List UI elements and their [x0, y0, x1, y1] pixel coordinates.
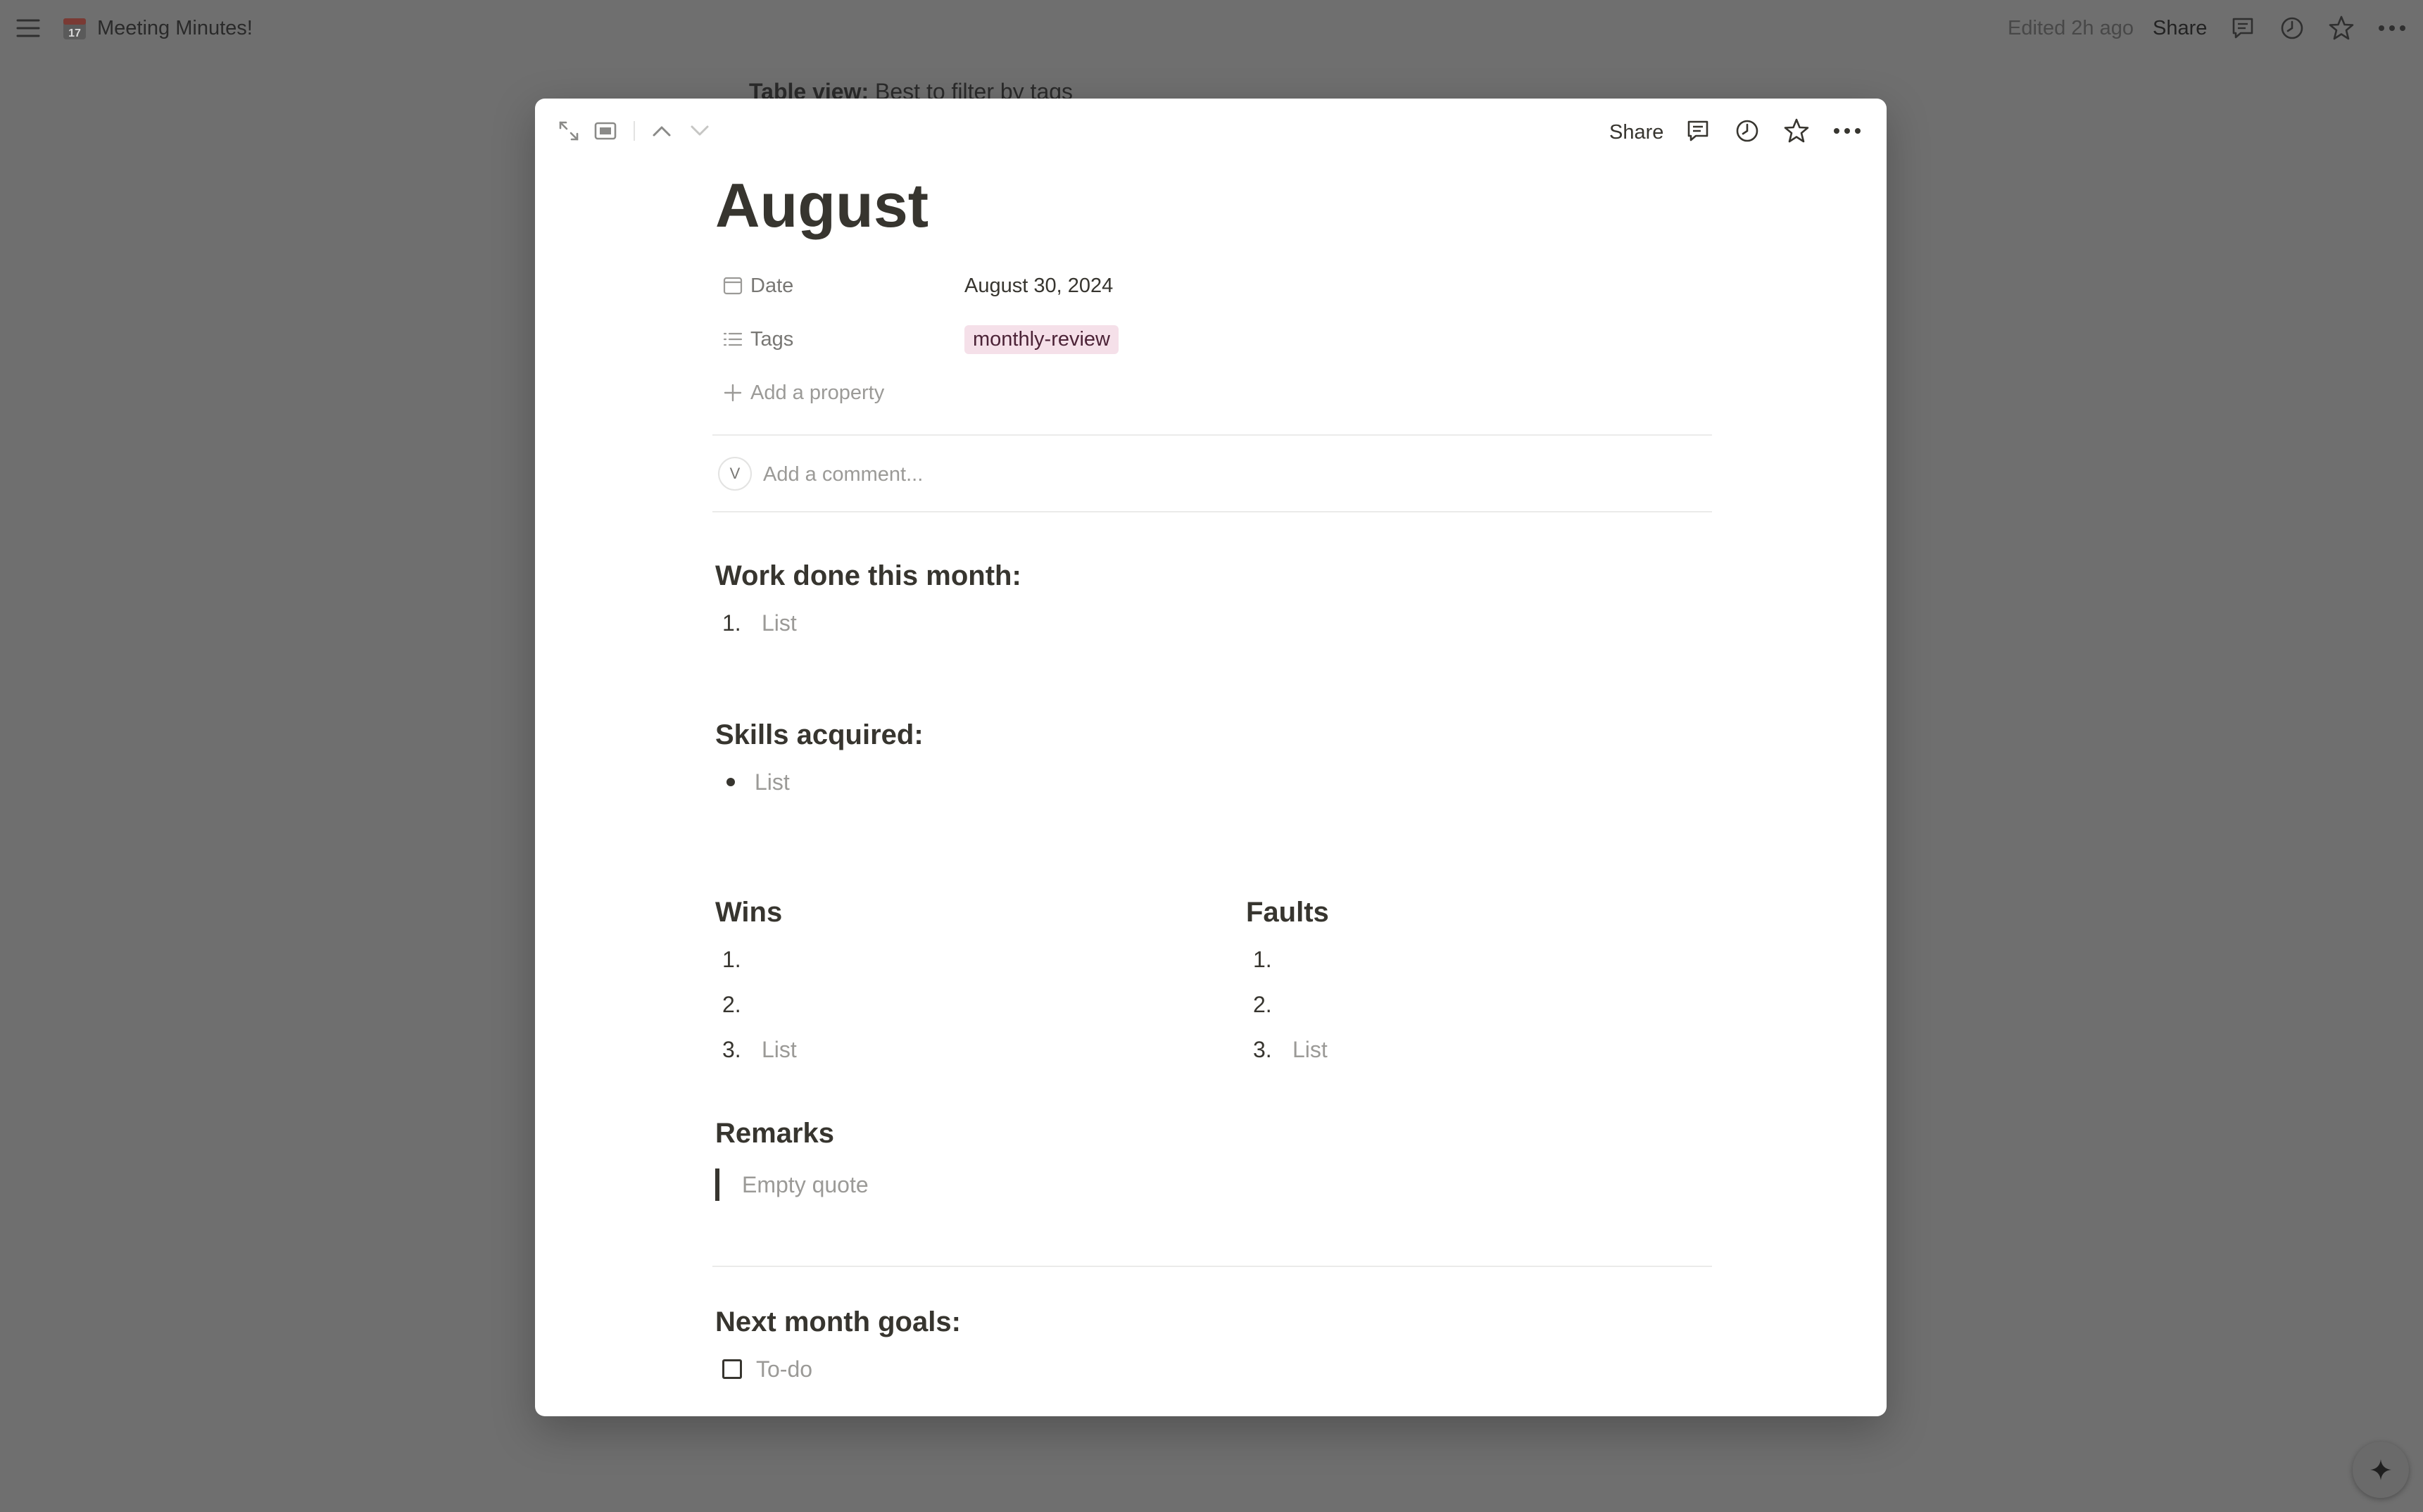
date-value[interactable]: August 30, 2024: [964, 275, 1113, 298]
add-property-label: Add a property: [750, 381, 885, 404]
page-peek-modal: Share August Date August 30, 2024 Tags m…: [535, 99, 1887, 1416]
svg-text:17: 17: [68, 27, 81, 39]
list-number: 2.: [722, 991, 741, 1017]
checkbox[interactable]: [722, 1359, 742, 1379]
list-number: 3.: [722, 1036, 741, 1062]
avatar: V: [718, 457, 752, 491]
edited-status: Edited 2h ago: [2008, 16, 2134, 39]
list-item[interactable]: List: [715, 764, 790, 800]
comments-icon[interactable]: [1684, 117, 1712, 145]
star-icon[interactable]: [2327, 14, 2355, 42]
list-icon: [722, 329, 750, 350]
more-icon[interactable]: [1832, 117, 1863, 145]
quote-block[interactable]: Empty quote: [742, 1168, 869, 1201]
comments-icon[interactable]: [2229, 14, 2257, 42]
list-item[interactable]: 2.: [715, 987, 762, 1022]
chevron-down-icon[interactable]: [686, 117, 714, 145]
list-number: 1.: [722, 610, 741, 636]
page-title-breadcrumb[interactable]: Meeting Minutes!: [97, 17, 253, 40]
list-item[interactable]: 1. List: [715, 605, 797, 641]
list-item[interactable]: 1.: [1246, 942, 1292, 977]
list-number: 1.: [722, 946, 741, 972]
todo-text: To-do: [756, 1356, 813, 1382]
list-number: 1.: [1253, 946, 1272, 972]
heading-wins[interactable]: Wins: [715, 897, 782, 928]
list-number: 3.: [1253, 1036, 1272, 1062]
add-property-button[interactable]: Add a property: [722, 375, 884, 410]
property-label: Date: [722, 275, 964, 298]
property-label: Tags: [722, 328, 964, 351]
property-row-tags[interactable]: Tags monthly-review: [722, 322, 1119, 357]
menu-icon[interactable]: [15, 15, 41, 41]
heading-work-done[interactable]: Work done this month:: [715, 560, 1021, 592]
heading-next-month-goals[interactable]: Next month goals:: [715, 1306, 961, 1338]
sparkle-icon: [2368, 1457, 2393, 1482]
list-text: List: [762, 1036, 797, 1062]
plus-icon: [722, 382, 743, 403]
divider: [712, 434, 1712, 436]
list-text: List: [1292, 1036, 1328, 1062]
heading-skills[interactable]: Skills acquired:: [715, 719, 924, 751]
history-icon[interactable]: [1733, 117, 1761, 145]
list-number: 2.: [1253, 991, 1272, 1017]
todo-item[interactable]: To-do: [715, 1352, 812, 1387]
modal-share-button[interactable]: Share: [1609, 118, 1663, 146]
breadcrumb[interactable]: 17 Meeting Minutes!: [62, 14, 253, 42]
list-item[interactable]: 2.: [1246, 987, 1292, 1022]
list-item[interactable]: 3. List: [1246, 1032, 1328, 1067]
property-label-tags: Tags: [750, 327, 794, 351]
divider: [712, 511, 1712, 512]
heading-faults[interactable]: Faults: [1246, 897, 1329, 928]
toolbar-divider: [634, 121, 635, 141]
divider: [712, 1266, 1712, 1267]
quote-bar: [715, 1168, 719, 1201]
list-item[interactable]: 1.: [715, 942, 762, 977]
more-icon[interactable]: [2377, 14, 2408, 42]
list-text: List: [755, 769, 790, 795]
calendar-icon: 17: [62, 15, 87, 41]
top-bar: 17 Meeting Minutes! Edited 2h ago Share: [0, 0, 2423, 56]
share-button[interactable]: Share: [2153, 14, 2207, 42]
tag-chip[interactable]: monthly-review: [964, 325, 1119, 354]
star-icon[interactable]: [1782, 117, 1811, 145]
heading-remarks[interactable]: Remarks: [715, 1118, 834, 1149]
history-icon[interactable]: [2278, 14, 2306, 42]
comment-input[interactable]: Add a comment...: [763, 460, 923, 489]
chevron-up-icon[interactable]: [648, 117, 676, 145]
property-row-date[interactable]: Date August 30, 2024: [722, 268, 1113, 303]
peek-mode-icon[interactable]: [591, 117, 619, 145]
property-label-date: Date: [750, 274, 794, 297]
calendar-icon: [722, 275, 750, 296]
expand-icon[interactable]: [555, 117, 583, 145]
ai-sparkle-button[interactable]: [2353, 1442, 2409, 1498]
page-title[interactable]: August: [715, 175, 929, 237]
list-text: List: [762, 610, 797, 636]
list-item[interactable]: 3. List: [715, 1032, 797, 1067]
bullet-icon: [715, 778, 755, 786]
